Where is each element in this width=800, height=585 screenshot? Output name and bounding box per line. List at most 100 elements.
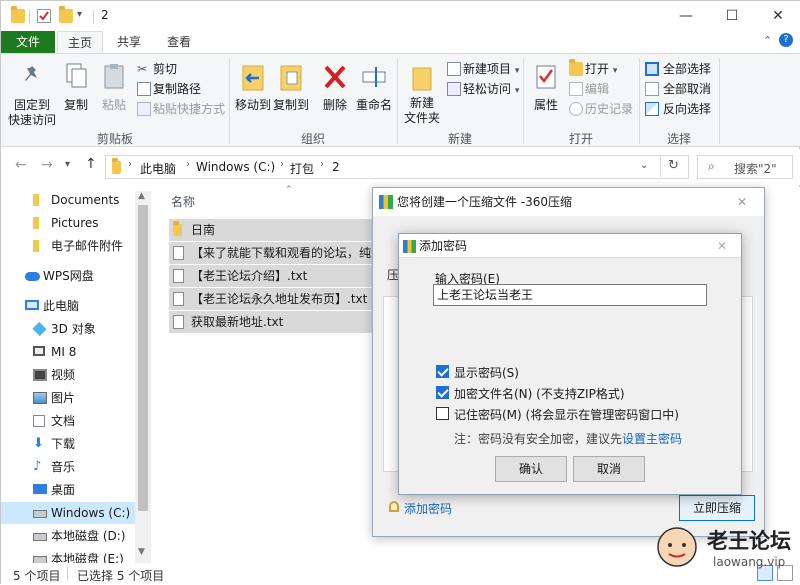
file-row[interactable]: 获取最新地址.txt <box>169 311 379 333</box>
compress-dialog-titlebar: 您将创建一个压缩文件 -360压缩 ✕ <box>373 188 764 216</box>
properties-button[interactable]: 属性 <box>529 62 563 113</box>
pin-quick-access-button[interactable]: 固定到 快速访问 <box>7 64 57 128</box>
nav-item-phone[interactable]: MI 8 <box>1 341 151 363</box>
quick-access-dropdown-icon[interactable]: ▾ <box>77 9 82 20</box>
edit-button[interactable]: 编辑 <box>569 80 609 98</box>
up-icon[interactable]: ↑ <box>85 156 97 172</box>
ok-button[interactable]: 确认 <box>495 456 567 482</box>
nav-item-downloads[interactable]: ⬇ 下载 <box>1 433 151 455</box>
copy-path-button[interactable]: 复制路径 <box>137 80 201 98</box>
file-name: 【来了就能下载和观看的论坛，纯免 <box>191 246 379 260</box>
history-label: 历史记录 <box>585 102 634 116</box>
nav-item-email-attachments[interactable]: 电子邮件附件 <box>1 235 151 257</box>
file-row[interactable]: 【来了就能下载和观看的论坛，纯免 <box>169 242 379 264</box>
breadcrumb-drive[interactable]: Windows (C:) <box>196 160 275 174</box>
address-dropdown-icon[interactable]: ⌄ <box>640 160 648 171</box>
password-input[interactable]: 上老王论坛当老王 <box>433 284 707 306</box>
text-file-icon <box>173 315 184 329</box>
breadcrumb-this-pc[interactable]: 此电脑 <box>140 160 176 177</box>
encrypt-filenames-label: 加密文件名(N) (不支持ZIP格式) <box>454 387 625 401</box>
paste-button[interactable]: 粘贴 <box>99 62 129 113</box>
show-password-checkbox[interactable] <box>436 365 449 378</box>
copy-to-button[interactable]: 复制到 <box>273 62 309 113</box>
forward-icon[interactable]: → <box>41 157 53 173</box>
nav-item-music[interactable]: ♪ 音乐 <box>1 456 151 478</box>
chevron-right-icon: › <box>320 159 324 170</box>
nav-item-drive-c[interactable]: Windows (C:) <box>1 502 151 524</box>
breadcrumb-folder[interactable]: 打包 <box>290 160 314 177</box>
back-icon[interactable]: ← <box>15 157 27 173</box>
properties-check-icon <box>536 65 556 89</box>
rename-button[interactable]: 重命名 <box>355 62 393 113</box>
remember-password-checkbox[interactable] <box>436 407 449 420</box>
collapse-ribbon-icon[interactable]: ⌃ <box>763 34 772 47</box>
nav-item-this-pc[interactable]: 此电脑 <box>1 295 151 317</box>
nav-item-pictures-lib[interactable]: 图片 <box>1 387 151 409</box>
delete-button[interactable]: 删除 <box>319 62 351 113</box>
help-icon[interactable]: ? <box>779 33 793 47</box>
tab-share[interactable]: 共享 <box>109 31 149 53</box>
copy-button[interactable]: 复制 <box>61 62 91 113</box>
new-folder-icon[interactable] <box>59 6 73 23</box>
divider <box>93 10 94 24</box>
cancel-button[interactable]: 取消 <box>573 456 645 482</box>
select-all-button[interactable]: 全部选择 <box>645 60 711 78</box>
file-row[interactable]: 日南 <box>169 219 379 241</box>
close-button[interactable]: ✕ <box>755 1 800 31</box>
file-row[interactable]: 【老王论坛永久地址发布页】.txt <box>169 288 379 310</box>
drive-icon <box>33 510 47 518</box>
new-item-button[interactable]: 新建项目 ▾ <box>447 60 519 78</box>
cut-button[interactable]: ✂ 剪切 <box>137 60 177 78</box>
move-to-button[interactable]: 移动到 <box>235 62 271 113</box>
breadcrumb-current[interactable]: 2 <box>332 160 340 174</box>
maximize-button[interactable]: ☐ <box>709 1 755 31</box>
paste-shortcut-button[interactable]: 粘贴快捷方式 <box>137 100 225 118</box>
close-icon[interactable]: ✕ <box>717 234 727 258</box>
recent-locations-icon[interactable]: ▾ <box>65 159 70 170</box>
compress-now-button[interactable]: 立即压缩 <box>679 495 755 521</box>
selection-count: 已选择 5 个项目 <box>77 569 165 583</box>
nav-item-label: 此电脑 <box>43 299 80 313</box>
new-folder-button[interactable]: 新建 文件夹 <box>401 62 443 126</box>
nav-item-documents[interactable]: Documents <box>1 189 151 211</box>
properties-icon[interactable] <box>37 9 51 23</box>
nav-item-3d[interactable]: 3D 对象 <box>1 318 151 340</box>
navigation-pane-scrollbar[interactable]: ▲ ▼ <box>135 191 151 563</box>
nav-item-videos[interactable]: 视频 <box>1 364 151 386</box>
scroll-up-icon[interactable]: ▲ <box>138 191 145 201</box>
open-button[interactable]: 打开 ▾ <box>569 59 617 78</box>
address-bar[interactable]: › 此电脑 › Windows (C:) › 打包 › 2 ⌄ ↻ <box>105 155 689 179</box>
clipboard-group-label: 剪贴板 <box>96 132 133 146</box>
select-none-button[interactable]: 全部取消 <box>645 80 711 98</box>
nav-item-documents-lib[interactable]: 文档 <box>1 410 151 432</box>
tab-view[interactable]: 查看 <box>159 31 199 53</box>
explorer-window: ▾ 2 — ☐ ✕ 文件 主页 共享 查看 ⌃ ? 固定到 快速访问 复制 粘贴… <box>0 0 800 585</box>
nav-item-pictures[interactable]: Pictures <box>1 212 151 234</box>
easy-access-button[interactable]: 轻松访问 ▾ <box>447 80 519 98</box>
set-master-password-link[interactable]: 设置主密码 <box>622 432 682 446</box>
tab-home[interactable]: 主页 <box>57 31 103 53</box>
scrollbar-thumb[interactable] <box>138 205 148 511</box>
scroll-down-icon[interactable]: ▼ <box>138 547 145 557</box>
nav-item-label: 视频 <box>51 368 76 382</box>
nav-item-label: WPS网盘 <box>43 269 94 283</box>
close-icon[interactable]: ✕ <box>737 188 747 216</box>
history-button[interactable]: 历史记录 <box>569 100 633 118</box>
folder-icon <box>33 194 39 206</box>
file-row[interactable]: 【老王论坛介绍】.txt <box>169 265 379 287</box>
encrypt-filenames-checkbox[interactable] <box>436 386 449 399</box>
column-header-name[interactable]: 名称 <box>171 193 195 210</box>
refresh-icon[interactable]: ↻ <box>668 158 679 173</box>
nav-item-drive-d[interactable]: 本地磁盘 (D:) <box>1 525 151 547</box>
paste-icon <box>104 64 124 89</box>
nav-item-wps[interactable]: WPS网盘 <box>1 265 151 287</box>
invert-selection-button[interactable]: 反向选择 <box>645 100 711 118</box>
tab-file[interactable]: 文件 <box>1 31 55 53</box>
sort-ascending-icon: ⌃ <box>285 185 293 195</box>
nav-item-drive-e[interactable]: 本地磁盘 (E:) <box>1 548 151 563</box>
ribbon-tabs: 文件 主页 共享 查看 ⌃ ? <box>1 31 800 53</box>
nav-item-desktop[interactable]: 桌面 <box>1 479 151 501</box>
search-input[interactable]: ⌕ 搜索"2" <box>697 155 793 179</box>
minimize-button[interactable]: — <box>663 1 709 31</box>
computer-icon <box>25 300 39 310</box>
